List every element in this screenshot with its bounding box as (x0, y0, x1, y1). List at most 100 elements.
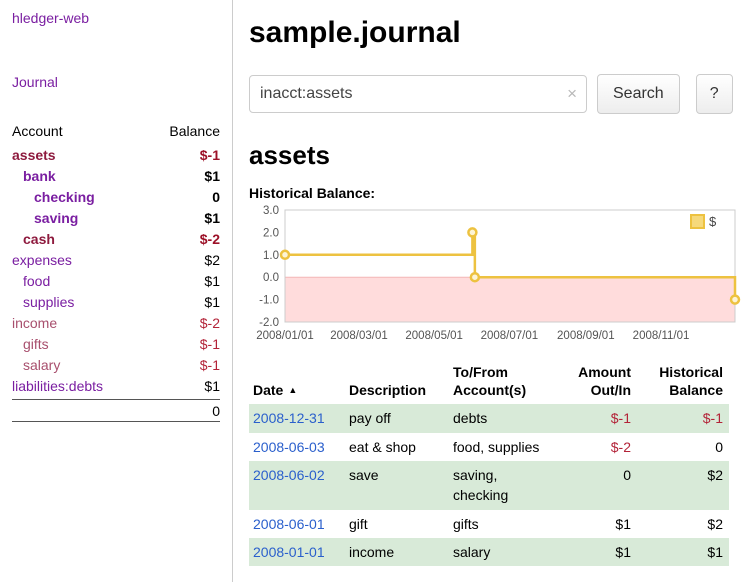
transaction-date-link[interactable]: 2008-06-01 (253, 516, 325, 532)
sidebar-item-journal[interactable]: Journal (12, 74, 222, 90)
account-row: saving $1 (12, 207, 220, 228)
y-tick-label: 2.0 (263, 227, 279, 239)
register-cell-accounts: saving, checking (449, 461, 557, 510)
register-cell-description: gift (345, 510, 449, 538)
register-cell-amount: 0 (557, 461, 637, 510)
register-cell-date: 2008-06-02 (249, 461, 345, 510)
x-tick-label: 2008/07/01 (481, 330, 539, 342)
register-cell-balance: $-1 (637, 404, 729, 432)
register-header-date[interactable]: Date ▲ (249, 361, 345, 404)
app-title-link[interactable]: hledger-web (12, 10, 222, 26)
sidebar-account-link[interactable]: cash (12, 231, 55, 247)
register-cell-description: income (345, 538, 449, 566)
account-row: gifts$-1 (12, 333, 220, 354)
account-balance: $1 (204, 168, 220, 184)
x-tick-label: 2008/03/01 (330, 330, 388, 342)
register-cell-description: pay off (345, 404, 449, 432)
account-balance: $-1 (200, 357, 220, 373)
register-cell-accounts: salary (449, 538, 557, 566)
register-header-description: Description (345, 361, 449, 404)
register-table: Date ▲ Description To/From Account(s) Amo… (249, 361, 729, 566)
search-box: × (249, 75, 587, 113)
register-cell-date: 2008-12-31 (249, 404, 345, 432)
register-cell-balance: $2 (637, 510, 729, 538)
register-cell-accounts: food, supplies (449, 433, 557, 461)
register-cell-date: 2008-06-01 (249, 510, 345, 538)
accounts-table-header: Account Balance (12, 120, 220, 144)
sidebar-account-link[interactable]: saving (12, 210, 78, 226)
account-balance: $-1 (200, 147, 220, 163)
hledger-web-app: hledger-web Journal Account Balance asse… (0, 0, 742, 582)
account-row: salary $-1 (12, 354, 220, 375)
page-title: sample.journal (249, 16, 742, 50)
account-balance: $1 (204, 273, 220, 289)
register-cell-accounts: gifts (449, 510, 557, 538)
register-cell-description: eat & shop (345, 433, 449, 461)
y-tick-label: 3.0 (263, 205, 279, 217)
account-row: cash $-2 (12, 228, 220, 249)
historical-balance-chart: 3.02.01.00.0-1.0-2.02008/01/012008/03/01… (249, 205, 742, 347)
register-cell-amount: $-2 (557, 433, 637, 461)
account-row: bank $1 (12, 165, 220, 186)
register-header-accounts: To/From Account(s) (449, 361, 557, 404)
transaction-date-link[interactable]: 2008-12-31 (253, 410, 325, 426)
sidebar-account-link[interactable]: expenses (12, 252, 72, 268)
account-row: expenses $2 (12, 249, 220, 270)
account-balance: $2 (204, 252, 220, 268)
account-balance: $1 (204, 294, 220, 310)
clear-search-icon[interactable]: × (567, 85, 577, 102)
sidebar: hledger-web Journal Account Balance asse… (0, 0, 233, 582)
register-row: 2008-12-31pay offdebts$-1$-1 (249, 404, 729, 432)
account-row: assets $-1 (12, 144, 220, 165)
data-point-marker (731, 296, 739, 304)
register-cell-date: 2008-06-03 (249, 433, 345, 461)
y-tick-label: -2.0 (259, 317, 279, 329)
register-cell-balance: $2 (637, 461, 729, 510)
sidebar-account-link[interactable]: liabilities:debts (12, 378, 103, 394)
account-balance: $-2 (200, 231, 220, 247)
data-point-marker (281, 251, 289, 259)
transaction-date-link[interactable]: 2008-06-02 (253, 467, 325, 483)
register-cell-accounts: debts (449, 404, 557, 432)
data-point-marker (471, 273, 479, 281)
register-header-amount: Amount Out/In (557, 361, 637, 404)
legend-swatch (691, 215, 704, 228)
sidebar-account-link[interactable]: salary (12, 357, 60, 373)
account-row: supplies $1 (12, 291, 220, 312)
register-header-date-label: Date (253, 382, 283, 398)
register-row: 2008-06-01 giftgifts$1$2 (249, 510, 729, 538)
register-cell-amount: $1 (557, 538, 637, 566)
account-balance: $1 (204, 378, 220, 394)
negative-region (285, 277, 735, 322)
sidebar-account-link[interactable]: food (12, 273, 50, 289)
sort-ascending-icon: ▲ (288, 385, 297, 395)
accounts-total-row: 0 (12, 399, 220, 422)
y-tick-label: -1.0 (259, 295, 279, 307)
transaction-date-link[interactable]: 2008-01-01 (253, 544, 325, 560)
accounts-header-balance: Balance (169, 123, 220, 139)
search-button[interactable]: Search (597, 74, 680, 114)
search-input[interactable] (249, 75, 587, 113)
sidebar-account-link[interactable]: supplies (12, 294, 74, 310)
transaction-date-link[interactable]: 2008-06-03 (253, 439, 325, 455)
register-cell-balance: $1 (637, 538, 729, 566)
account-balance: $1 (204, 210, 220, 226)
data-point-marker (468, 228, 476, 236)
register-row: 2008-06-02savesaving, checking0$2 (249, 461, 729, 510)
sidebar-account-link[interactable]: assets (12, 147, 56, 163)
accounts-total-value: 0 (212, 403, 220, 419)
sidebar-account-link[interactable]: bank (12, 168, 56, 184)
account-heading: assets (249, 140, 742, 171)
x-tick-label: 2008/09/01 (557, 330, 615, 342)
accounts-table: Account Balance assets $-1 bank $1 checking 0… (12, 120, 220, 422)
register-cell-amount: $-1 (557, 404, 637, 432)
sidebar-account-link[interactable]: gifts (12, 336, 49, 352)
sidebar-account-link[interactable]: income (12, 315, 57, 331)
help-button[interactable]: ? (696, 74, 733, 114)
register-cell-amount: $1 (557, 510, 637, 538)
x-tick-label: 2008/11/01 (633, 330, 690, 342)
search-form: × Search ? (249, 74, 742, 114)
accounts-header-account: Account (12, 123, 63, 139)
sidebar-account-link[interactable]: checking (12, 189, 95, 205)
register-row: 2008-01-01incomesalary$1$1 (249, 538, 729, 566)
